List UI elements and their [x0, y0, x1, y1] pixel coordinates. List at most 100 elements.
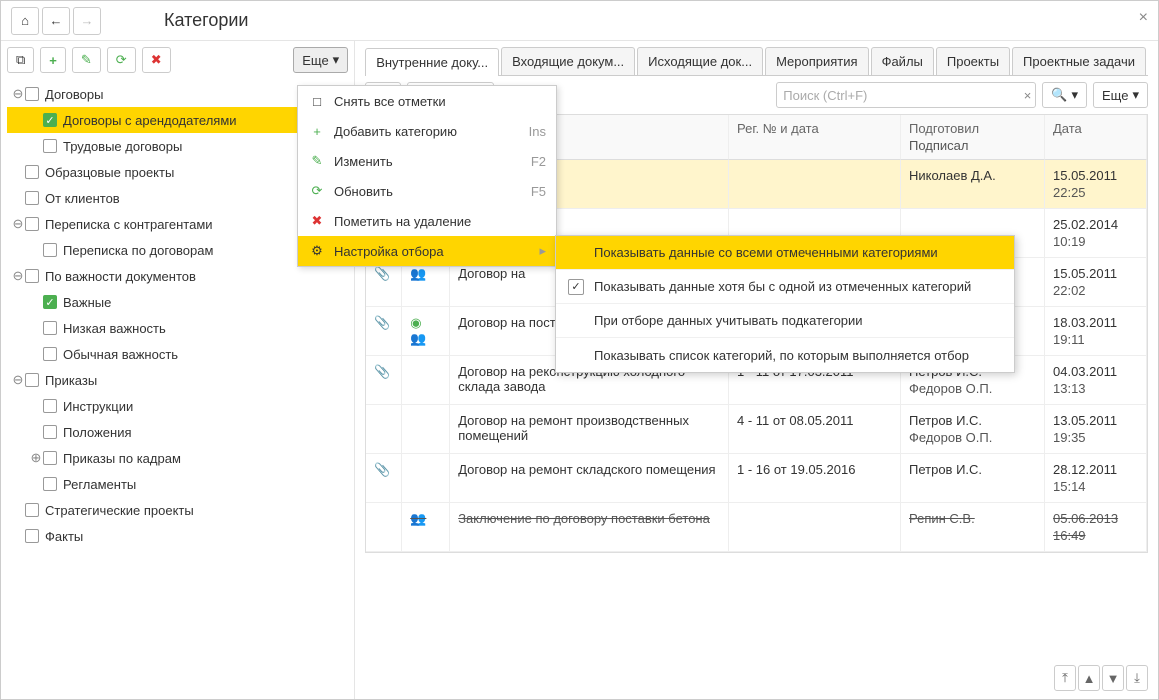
- delete-icon: ✖: [151, 52, 162, 68]
- submenu-item[interactable]: ✓Показывать данные хотя бы с одной из от…: [556, 270, 1014, 304]
- checkbox[interactable]: [25, 373, 39, 387]
- menu-icon: ⟳: [308, 183, 326, 199]
- add-button[interactable]: +: [40, 47, 66, 73]
- expander-icon[interactable]: [29, 321, 43, 336]
- checkbox[interactable]: [43, 243, 57, 257]
- checkbox[interactable]: [25, 529, 39, 543]
- menu-item[interactable]: ✖Пометить на удаление: [298, 206, 556, 236]
- more-button-right[interactable]: Еще ▾: [1093, 82, 1148, 108]
- copy-button[interactable]: ⧉: [7, 47, 34, 73]
- menu-icon: +: [308, 124, 326, 139]
- scroll-button[interactable]: ▲: [1078, 665, 1100, 691]
- scroll-button[interactable]: ⤒: [1054, 665, 1076, 691]
- col-reg[interactable]: Рег. № и дата: [729, 115, 901, 160]
- submenu-item[interactable]: Показывать данные со всеми отмеченными к…: [556, 236, 1014, 270]
- checkbox[interactable]: [43, 321, 57, 335]
- cell: 📎: [366, 307, 402, 355]
- checkbox[interactable]: [25, 269, 39, 283]
- col-date[interactable]: Дата: [1045, 115, 1147, 160]
- scroll-button[interactable]: ▼: [1102, 665, 1124, 691]
- table-row[interactable]: 📎Договор на ремонт складского помещения1…: [366, 454, 1147, 503]
- tab[interactable]: Проектные задачи: [1012, 47, 1146, 75]
- checkbox[interactable]: [25, 87, 39, 101]
- expander-icon[interactable]: [29, 113, 43, 128]
- home-button[interactable]: ⌂: [11, 7, 39, 35]
- tree-item[interactable]: Положения: [7, 419, 348, 445]
- search-button[interactable]: 🔍 ▾: [1042, 82, 1087, 108]
- edit-button[interactable]: ✎: [72, 47, 101, 73]
- tab[interactable]: Исходящие док...: [637, 47, 763, 75]
- cell: [366, 405, 402, 453]
- menu-item[interactable]: ⚙Настройка отбора▸: [298, 236, 556, 266]
- tree-item[interactable]: Регламенты: [7, 471, 348, 497]
- expander-icon[interactable]: [29, 139, 43, 154]
- expander-icon[interactable]: [29, 425, 43, 440]
- tab[interactable]: Файлы: [871, 47, 934, 75]
- more-button[interactable]: Еще ▾: [293, 47, 348, 73]
- cell: 28.12.201115:14: [1045, 454, 1147, 502]
- submenu-item[interactable]: Показывать список категорий, по которым …: [556, 338, 1014, 372]
- checkbox[interactable]: [43, 425, 57, 439]
- tree-item[interactable]: Инструкции: [7, 393, 348, 419]
- checkbox[interactable]: [25, 217, 39, 231]
- tab[interactable]: Проекты: [936, 47, 1010, 75]
- tree-item[interactable]: ⊕Приказы по кадрам: [7, 445, 348, 471]
- tree-item[interactable]: Низкая важность: [7, 315, 348, 341]
- expander-icon[interactable]: ⊖: [11, 216, 25, 232]
- scroll-button[interactable]: ⤓: [1126, 665, 1148, 691]
- menu-item[interactable]: □Снять все отметки: [298, 86, 556, 116]
- expander-icon[interactable]: [11, 191, 25, 206]
- checkbox[interactable]: [43, 477, 57, 491]
- checkbox[interactable]: [25, 191, 39, 205]
- tree-item[interactable]: Факты: [7, 523, 348, 549]
- tree-label: Переписка по договорам: [63, 243, 213, 258]
- expander-icon[interactable]: ⊖: [11, 372, 25, 388]
- delete-button[interactable]: ✖: [142, 47, 171, 73]
- refresh-button[interactable]: ⟳: [107, 47, 136, 73]
- expander-icon[interactable]: [29, 295, 43, 310]
- expander-icon[interactable]: [11, 503, 25, 518]
- tree-item[interactable]: ⊖Приказы: [7, 367, 348, 393]
- submenu-item[interactable]: При отборе данных учитывать подкатегории: [556, 304, 1014, 338]
- table-row[interactable]: 👥Заключение по договору поставки бетонаР…: [366, 503, 1147, 552]
- checkbox[interactable]: [43, 399, 57, 413]
- tree-item[interactable]: Обычная важность: [7, 341, 348, 367]
- tab[interactable]: Внутренние доку...: [365, 48, 499, 76]
- search-icon: 🔍: [1051, 87, 1067, 103]
- tab[interactable]: Входящие докум...: [501, 47, 635, 75]
- checkbox[interactable]: ✓: [568, 279, 584, 295]
- checkbox[interactable]: [25, 503, 39, 517]
- menu-item[interactable]: ✎ИзменитьF2: [298, 146, 556, 176]
- expander-icon[interactable]: [11, 165, 25, 180]
- table-row[interactable]: Договор на ремонт производственных помещ…: [366, 405, 1147, 454]
- menu-item[interactable]: ⟳ОбновитьF5: [298, 176, 556, 206]
- menu-item[interactable]: +Добавить категориюIns: [298, 116, 556, 146]
- expander-icon[interactable]: [11, 529, 25, 544]
- tree-label: Факты: [45, 529, 83, 544]
- expander-icon[interactable]: [29, 243, 43, 258]
- expander-icon[interactable]: [29, 347, 43, 362]
- tree-item[interactable]: ✓Важные: [7, 289, 348, 315]
- expander-icon[interactable]: [29, 477, 43, 492]
- clear-search-icon[interactable]: ×: [1024, 88, 1032, 103]
- close-icon[interactable]: ×: [1139, 9, 1148, 27]
- checkbox[interactable]: ✓: [43, 295, 57, 309]
- col-who[interactable]: Подготовил Подписал: [901, 115, 1045, 160]
- expander-icon[interactable]: ⊕: [29, 450, 43, 466]
- tree-item[interactable]: Стратегические проекты: [7, 497, 348, 523]
- cell: 18.03.201119:11: [1045, 307, 1147, 355]
- tab[interactable]: Мероприятия: [765, 47, 869, 75]
- expander-icon[interactable]: [29, 399, 43, 414]
- checkbox[interactable]: [43, 139, 57, 153]
- people-icon: 👥: [410, 511, 426, 526]
- checkbox[interactable]: [43, 347, 57, 361]
- back-button[interactable]: ←: [42, 7, 70, 35]
- checkbox[interactable]: [43, 451, 57, 465]
- expander-icon[interactable]: ⊖: [11, 268, 25, 284]
- cell: Петров И.С.Федоров О.П.: [901, 405, 1045, 453]
- search-input[interactable]: Поиск (Ctrl+F) ×: [776, 82, 1036, 108]
- expander-icon[interactable]: ⊖: [11, 86, 25, 102]
- checkbox[interactable]: [25, 165, 39, 179]
- forward-button: →: [73, 7, 101, 35]
- checkbox[interactable]: ✓: [43, 113, 57, 127]
